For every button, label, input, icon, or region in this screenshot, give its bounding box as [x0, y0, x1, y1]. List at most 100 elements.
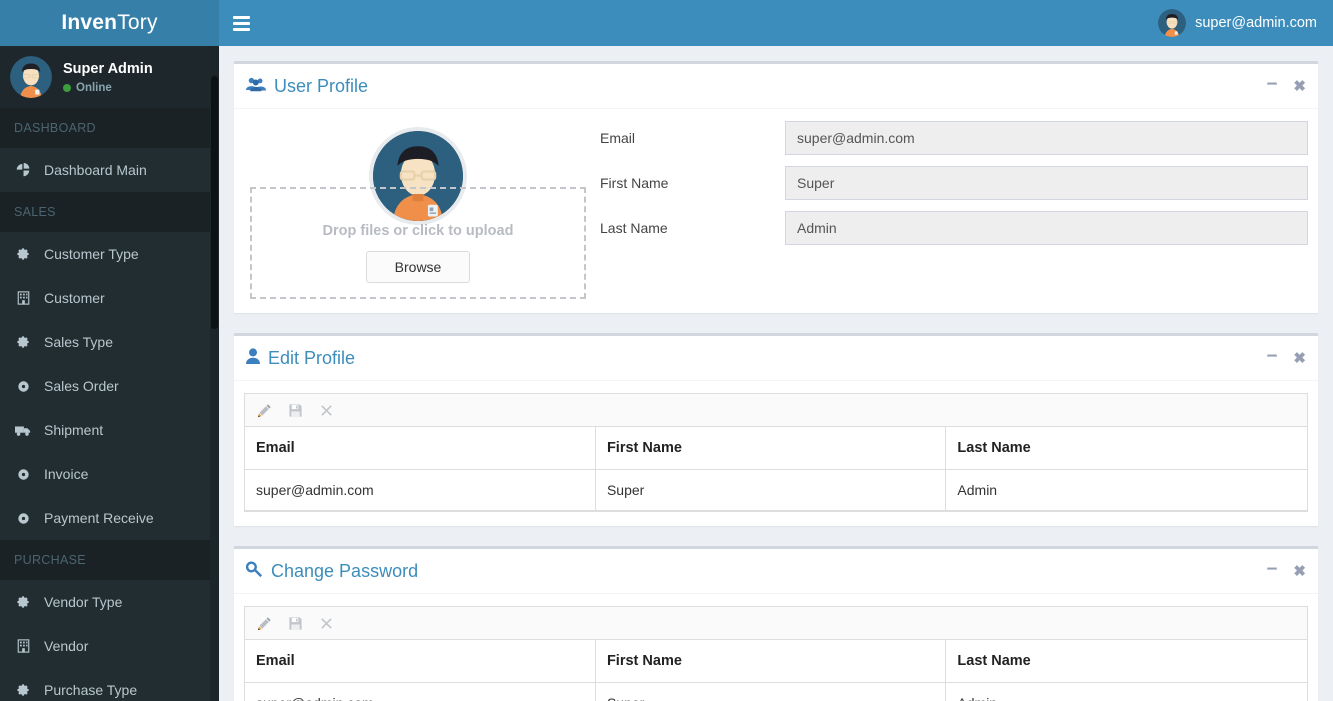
hamburger-icon[interactable]: [219, 0, 263, 46]
last-name-field[interactable]: [785, 211, 1308, 245]
email-label: Email: [600, 130, 636, 146]
panel-body: Email First Name Last Name super@admin.c…: [234, 594, 1318, 701]
sidebar-item-invoice[interactable]: Invoice: [0, 452, 219, 496]
panel-tools: − ✖: [1266, 560, 1306, 581]
sidebar-item-label: Sales Order: [44, 378, 119, 394]
field-row-first-name: First Name: [600, 166, 1308, 200]
panel-title: Edit Profile: [246, 348, 355, 369]
sidebar-item-customer[interactable]: Customer: [0, 276, 219, 320]
gear-icon: [14, 595, 32, 609]
table-body: super@admin.com Super Admin: [245, 682, 1307, 701]
sidebar-item-vendor[interactable]: Vendor: [0, 624, 219, 668]
panel-change-password: Change Password − ✖ Email First Name Las…: [234, 546, 1318, 701]
panel-title: Change Password: [245, 560, 419, 582]
email-field[interactable]: [785, 121, 1308, 155]
sidebar-item-payment-receive[interactable]: Payment Receive: [0, 496, 219, 540]
cog-icon: [14, 468, 32, 481]
panel-title-text: User Profile: [274, 75, 369, 96]
sidebar-item-customer-type[interactable]: Customer Type: [0, 232, 219, 276]
panel-title: User Profile: [246, 76, 368, 97]
sidebar-item-vendor-type[interactable]: Vendor Type: [0, 580, 219, 624]
cog-icon: [14, 512, 32, 525]
close-icon[interactable]: ✖: [1293, 79, 1306, 94]
table-head: Email First Name Last Name: [245, 640, 1307, 683]
sidebar-item-label: Shipment: [44, 422, 104, 438]
close-icon[interactable]: ✖: [1293, 351, 1306, 366]
sidebar-item-label: Payment Receive: [44, 510, 154, 526]
edit-icon[interactable]: [257, 616, 272, 631]
browse-button[interactable]: Browse: [365, 251, 471, 283]
panel-user-profile: User Profile − ✖ Drop files or click to …: [234, 61, 1318, 313]
top-header: Inven Tory super@admin.com: [0, 0, 1333, 46]
column-header-last-name: Last Name: [945, 427, 1307, 470]
minus-icon[interactable]: −: [1266, 560, 1277, 579]
sidebar-section-dashboard: DASHBOARD: [0, 108, 219, 148]
sidebar-item-sales-type[interactable]: Sales Type: [0, 320, 219, 364]
panel-body: Drop files or click to upload Browse Ema…: [234, 109, 1318, 313]
edit-profile-table: Email First Name Last Name super@admin.c…: [245, 427, 1307, 511]
panel-tools: − ✖: [1266, 347, 1306, 368]
cell-email: super@admin.com: [245, 682, 596, 701]
sidebar-scrollbar-track[interactable]: [210, 46, 219, 701]
table-row[interactable]: super@admin.com Super Admin: [245, 469, 1307, 511]
edit-icon[interactable]: [257, 403, 272, 418]
panel-title-text: Edit Profile: [268, 347, 356, 368]
first-name-field[interactable]: [785, 166, 1308, 200]
hamburger-bar: [232, 21, 250, 25]
sidebar-item-label: Customer: [44, 290, 105, 306]
hamburger-bar: [232, 27, 250, 31]
field-row-email: Email: [600, 121, 1308, 155]
brand-logo[interactable]: Inven Tory: [0, 0, 219, 46]
avatar-illustration: [1158, 9, 1187, 37]
cancel-icon[interactable]: [319, 403, 334, 418]
table-row[interactable]: super@admin.com Super Admin: [245, 682, 1307, 701]
sidebar-item-sales-order[interactable]: Sales Order: [0, 364, 219, 408]
minus-icon[interactable]: −: [1266, 75, 1277, 94]
gear-icon: [14, 683, 32, 697]
navbar: super@admin.com: [219, 0, 1333, 46]
avatar: [1158, 9, 1187, 37]
sidebar-user-panel[interactable]: Super Admin Online: [0, 46, 219, 108]
status-dot-icon: [63, 84, 71, 92]
profile-fields: Email First Name Last Name: [592, 121, 1308, 299]
sidebar-item-label: Purchase Type: [44, 682, 138, 698]
cell-last-name: Admin: [945, 469, 1307, 511]
hamburger-bar: [232, 15, 250, 19]
panel-edit-profile: Edit Profile − ✖ Email First Name Last N…: [234, 333, 1318, 526]
save-icon[interactable]: [288, 403, 303, 418]
user-email-label: super@admin.com: [1195, 15, 1317, 31]
table-toolbar: [245, 394, 1307, 427]
sidebar-item-purchase-type[interactable]: Purchase Type: [0, 668, 219, 701]
user-menu[interactable]: super@admin.com: [1148, 0, 1333, 46]
change-password-table: Email First Name Last Name super@admin.c…: [245, 640, 1307, 701]
minus-icon[interactable]: −: [1266, 347, 1277, 366]
users-icon: [246, 76, 266, 97]
avatar-illustration: [10, 56, 52, 98]
sidebar-item-label: Vendor Type: [44, 594, 123, 610]
user-icon: [246, 347, 260, 369]
building-icon: [14, 291, 32, 305]
main-content: User Profile − ✖ Drop files or click to …: [219, 46, 1333, 701]
table-header-row: Email First Name Last Name: [245, 427, 1307, 470]
panel-tools: − ✖: [1266, 75, 1306, 96]
panel-title-text: Change Password: [271, 560, 419, 581]
edit-profile-table-wrapper: Email First Name Last Name super@admin.c…: [244, 393, 1308, 512]
panel-header: Edit Profile − ✖: [234, 336, 1318, 381]
sidebar-item-label: Invoice: [44, 466, 89, 482]
column-header-email: Email: [245, 427, 596, 470]
sidebar-item-label: Sales Type: [44, 334, 114, 350]
gear-icon: [14, 335, 32, 349]
panel-header: Change Password − ✖: [234, 549, 1318, 594]
sidebar-item-shipment[interactable]: Shipment: [0, 408, 219, 452]
file-dropzone[interactable]: Drop files or click to upload Browse: [250, 187, 586, 299]
sidebar-item-dashboard-main[interactable]: Dashboard Main: [0, 148, 219, 192]
brand-logo-light: Tory: [117, 11, 158, 34]
save-icon[interactable]: [288, 616, 303, 631]
truck-icon: [14, 424, 32, 437]
close-icon[interactable]: ✖: [1293, 564, 1306, 579]
cancel-icon[interactable]: [319, 616, 334, 631]
cog-icon: [14, 380, 32, 393]
sidebar: Super Admin Online DASHBOARD Dashboard M…: [0, 46, 219, 701]
sidebar-scrollbar-thumb[interactable]: [211, 76, 218, 329]
sidebar-item-label: Dashboard Main: [44, 162, 147, 178]
